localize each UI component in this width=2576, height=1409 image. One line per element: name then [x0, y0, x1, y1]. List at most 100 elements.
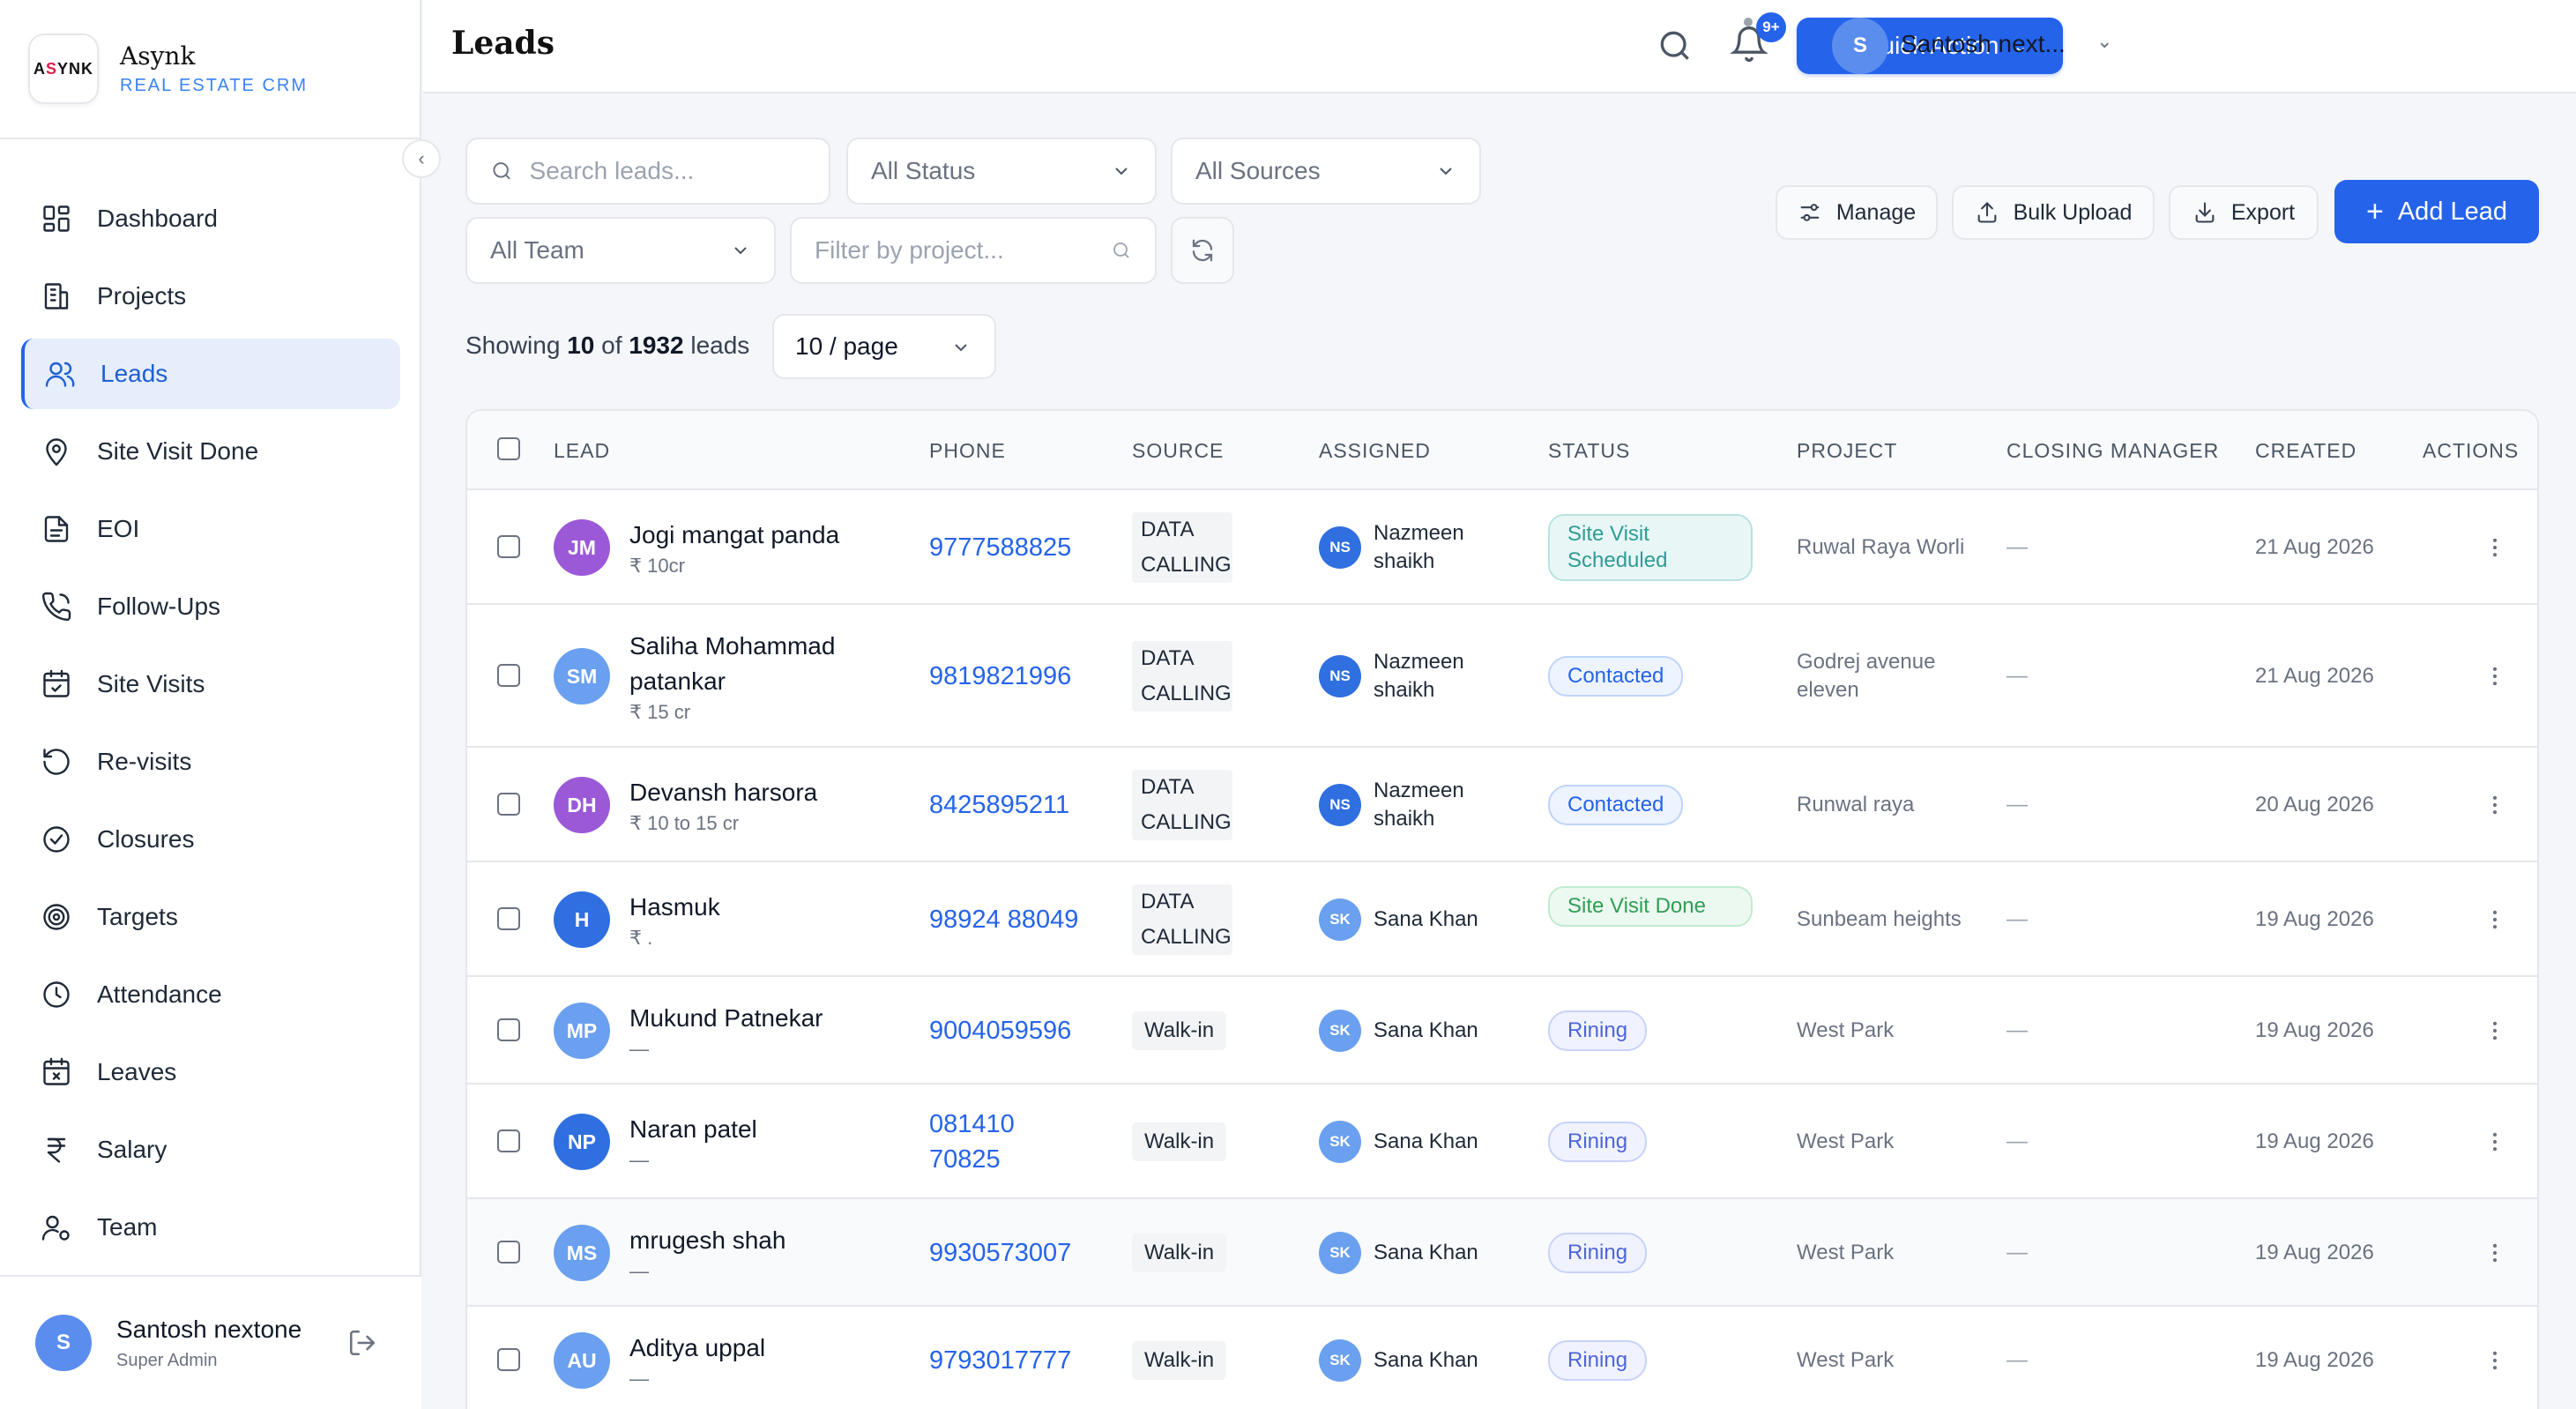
- more-vertical-icon[interactable]: [2483, 1345, 2507, 1376]
- column-header[interactable]: PROJECT: [1797, 439, 1897, 463]
- row-checkbox[interactable]: [497, 793, 520, 816]
- row-checkbox[interactable]: [497, 1241, 520, 1264]
- avatar: MP: [554, 1003, 610, 1059]
- created-date: 19 Aug 2026: [2255, 1018, 2374, 1042]
- status-badge[interactable]: Contacted: [1548, 785, 1684, 825]
- sidebar-item-eoi[interactable]: EOI: [21, 494, 400, 564]
- column-header[interactable]: SOURCE: [1132, 439, 1224, 463]
- more-vertical-icon[interactable]: [2483, 789, 2507, 821]
- manage-button[interactable]: Manage: [1776, 185, 1938, 240]
- lead-name[interactable]: Jogi mangat panda: [629, 518, 894, 553]
- add-lead-button[interactable]: + Add Lead: [2334, 180, 2539, 243]
- search-input[interactable]: [529, 157, 829, 185]
- select-all-checkbox[interactable]: [497, 437, 520, 460]
- user-cog-icon: [41, 1215, 70, 1241]
- sidebar-item-site-visits[interactable]: Site Visits: [21, 649, 400, 719]
- project-filter-input[interactable]: [815, 236, 1155, 265]
- phone-link[interactable]: 9793017777: [929, 1343, 1088, 1378]
- status-select[interactable]: All Status: [846, 138, 1157, 205]
- table-row[interactable]: H Hasmuk ₹ . 98924 88049 DATA CALLING SK Sana …: [467, 862, 2537, 977]
- row-checkbox[interactable]: [497, 1129, 520, 1152]
- team-select[interactable]: All Team: [465, 217, 776, 284]
- more-vertical-icon[interactable]: [2483, 1237, 2507, 1269]
- phone-link[interactable]: 9930573007: [929, 1235, 1088, 1271]
- lead-budget: ₹ .: [629, 927, 653, 949]
- assignee-avatar: SK: [1319, 1339, 1361, 1382]
- status-badge[interactable]: Site Visit Done: [1548, 886, 1753, 927]
- sidebar-item-projects[interactable]: Projects: [21, 261, 400, 332]
- more-vertical-icon[interactable]: [2483, 904, 2507, 936]
- column-header[interactable]: ASSIGNED: [1319, 439, 1431, 463]
- bulk-upload-button[interactable]: Bulk Upload: [1952, 185, 2155, 240]
- source-badge: DATA CALLING: [1132, 512, 1232, 583]
- sidebar-item-leaves[interactable]: Leaves: [21, 1037, 400, 1107]
- sidebar-item-dashboard[interactable]: Dashboard: [21, 183, 400, 254]
- export-button[interactable]: Export: [2169, 185, 2319, 240]
- sidebar-item-team[interactable]: Team: [21, 1192, 400, 1263]
- table-row[interactable]: DH Devansh harsora ₹ 10 to 15 cr 8425895211…: [467, 748, 2537, 862]
- status-badge[interactable]: Contacted: [1548, 656, 1684, 697]
- column-header[interactable]: STATUS: [1548, 439, 1630, 463]
- per-page-select[interactable]: 10 / page: [772, 314, 996, 379]
- sidebar-item-leads[interactable]: Leads: [21, 339, 400, 409]
- lead-name[interactable]: Devansh harsora: [629, 775, 894, 810]
- more-vertical-icon[interactable]: [2483, 532, 2507, 563]
- phone-link[interactable]: 9777588825: [929, 530, 1088, 565]
- search-icon[interactable]: [1656, 26, 1694, 65]
- sidebar-item-site-visit-done[interactable]: Site Visit Done: [21, 416, 400, 487]
- status-badge[interactable]: Rining: [1548, 1010, 1648, 1051]
- table-row[interactable]: AU Aditya uppal —9793017777 Walk-in SK Sana K…: [467, 1307, 2537, 1409]
- sidebar-item-attendance[interactable]: Attendance: [21, 959, 400, 1030]
- lead-name[interactable]: Hasmuk: [629, 890, 894, 925]
- sources-select[interactable]: All Sources: [1171, 138, 1481, 205]
- lead-name[interactable]: Aditya uppal: [629, 1331, 894, 1366]
- lead-name[interactable]: Naran patel: [629, 1112, 894, 1147]
- row-checkbox[interactable]: [497, 535, 520, 558]
- row-checkbox[interactable]: [497, 907, 520, 930]
- phone-link[interactable]: 8425895211: [929, 787, 1088, 823]
- status-badge[interactable]: Rining: [1548, 1340, 1648, 1381]
- row-checkbox[interactable]: [497, 664, 520, 687]
- table-row[interactable]: NP Naran patel —081410 70825 Walk-in SK Sana …: [467, 1085, 2537, 1199]
- phone-link[interactable]: 98924 88049: [929, 902, 1088, 937]
- sidebar-item-follow-ups[interactable]: Follow-Ups: [21, 571, 400, 642]
- more-vertical-icon[interactable]: [2483, 1126, 2507, 1158]
- user-name[interactable]: Santosh next...: [1901, 30, 2066, 58]
- phone-link[interactable]: 081410 70825: [929, 1107, 1088, 1177]
- phone-link[interactable]: 9004059596: [929, 1013, 1088, 1048]
- lead-name[interactable]: mrugesh shah: [629, 1223, 894, 1258]
- chevron-down-icon[interactable]: ⌄: [2096, 30, 2112, 53]
- source-badge: DATA CALLING: [1132, 770, 1232, 840]
- sidebar-item-re-visits[interactable]: Re-visits: [21, 727, 400, 797]
- table-row[interactable]: MP Mukund Patnekar —9004059596 Walk-in SK San…: [467, 977, 2537, 1085]
- sidebar-item-salary[interactable]: Salary: [21, 1115, 400, 1185]
- status-badge[interactable]: Site Visit Scheduled: [1548, 514, 1753, 581]
- project-name: West Park: [1797, 1241, 1895, 1264]
- logout-icon[interactable]: [347, 1328, 377, 1358]
- more-vertical-icon[interactable]: [2483, 1015, 2507, 1047]
- sidebar-item-label: Projects: [97, 282, 187, 309]
- sidebar-item-closures[interactable]: Closures: [21, 804, 400, 875]
- notification-badge: 9+: [1756, 12, 1786, 42]
- status-badge[interactable]: Rining: [1548, 1233, 1648, 1273]
- column-header[interactable]: CREATED: [2255, 439, 2356, 463]
- status-badge[interactable]: Rining: [1548, 1122, 1648, 1162]
- lead-name[interactable]: Saliha Mohammad patankar: [629, 629, 894, 699]
- column-header[interactable]: LEAD: [554, 439, 610, 463]
- row-checkbox[interactable]: [497, 1348, 520, 1371]
- sidebar-collapse-button[interactable]: ‹: [402, 139, 441, 178]
- table-row[interactable]: JM Jogi mangat panda ₹ 10cr 9777588825 DATA …: [467, 490, 2537, 605]
- table-row[interactable]: MS mrugesh shah —9930573007 Walk-in SK Sana K…: [467, 1199, 2537, 1307]
- row-checkbox[interactable]: [497, 1018, 520, 1041]
- sidebar-item-targets[interactable]: Targets: [21, 882, 400, 952]
- refresh-button[interactable]: [1171, 217, 1234, 284]
- more-vertical-icon[interactable]: [2483, 660, 2507, 692]
- table-row[interactable]: SM Saliha Mohammad patankar ₹ 15 cr 9819821…: [467, 605, 2537, 748]
- column-header[interactable]: CLOSING MANAGER: [2006, 439, 2219, 463]
- phone-link[interactable]: 9819821996: [929, 659, 1088, 694]
- column-header[interactable]: PHONE: [929, 439, 1006, 463]
- lead-name[interactable]: Mukund Patnekar: [629, 1001, 894, 1036]
- user-avatar[interactable]: S: [1832, 18, 1888, 74]
- sidebar-user[interactable]: S Santosh nextone Super Admin: [0, 1275, 421, 1409]
- phone-icon: [41, 592, 71, 622]
